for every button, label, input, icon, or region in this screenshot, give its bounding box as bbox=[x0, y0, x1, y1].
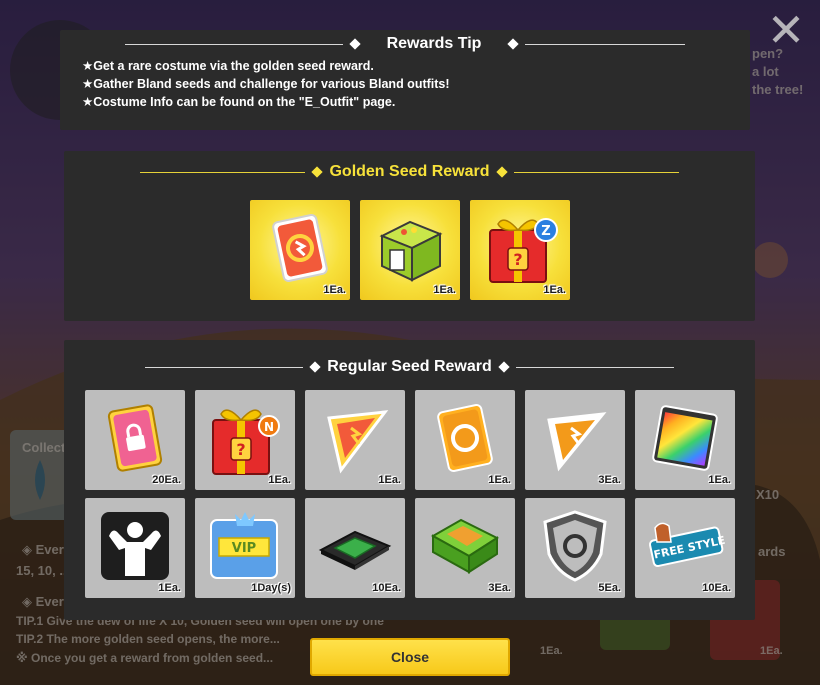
free-style-tag-icon: FREE STYLE bbox=[648, 522, 725, 568]
lock-ticket-icon bbox=[107, 404, 163, 472]
diamond-icon bbox=[309, 361, 321, 373]
item-quantity: 1Ea. bbox=[378, 474, 401, 486]
item-quantity: 3Ea. bbox=[488, 582, 511, 594]
regular-seed-reward-panel: Regular Seed Reward 20Ea. ? N 1Ea. 1Ea. … bbox=[64, 340, 755, 620]
item-quantity: 10Ea. bbox=[372, 582, 401, 594]
reward-slot-vip-card[interactable]: VIP 1Day(s) bbox=[195, 498, 295, 598]
microchip-icon bbox=[318, 530, 392, 570]
reward-slot-muscle[interactable]: 1Ea. bbox=[85, 498, 185, 598]
diamond-icon bbox=[507, 38, 520, 50]
reward-slot-z-gift-box[interactable]: ? Z 1Ea. bbox=[470, 200, 570, 300]
vip-text: VIP bbox=[232, 541, 256, 556]
item-quantity: 1Ea. bbox=[323, 284, 346, 296]
svg-text:N: N bbox=[264, 420, 274, 434]
shield-refresh-icon bbox=[543, 510, 607, 582]
diamond-icon bbox=[311, 166, 324, 178]
reward-slot-green-cartridge[interactable]: 3Ea. bbox=[415, 498, 515, 598]
svg-text:Z: Z bbox=[541, 224, 550, 239]
reward-slot-lock-ticket[interactable]: 20Ea. bbox=[85, 390, 185, 490]
rewards-tip-title: Rewards Tip bbox=[386, 35, 482, 52]
item-quantity: 5Ea. bbox=[598, 582, 621, 594]
z-gift-box-icon: ? Z bbox=[489, 218, 558, 283]
reward-slot-orange-ticket-piece[interactable]: 3Ea. bbox=[525, 390, 625, 490]
reward-slot-n-gift-box[interactable]: ? N 1Ea. bbox=[195, 390, 295, 490]
regular-reward-header: Regular Seed Reward bbox=[64, 355, 755, 379]
reward-slot-machine-box[interactable]: 1Ea. bbox=[360, 200, 460, 300]
item-quantity: 1Day(s) bbox=[251, 582, 291, 594]
item-quantity: 1Ea. bbox=[268, 474, 291, 486]
item-quantity: 1Ea. bbox=[488, 474, 511, 486]
diamond-icon bbox=[495, 166, 508, 178]
tip-line-1: ★Get a rare costume via the golden seed … bbox=[82, 59, 374, 73]
reward-slot-color-palette[interactable]: 1Ea. bbox=[635, 390, 735, 490]
rewards-tip-panel: Rewards Tip ★Get a rare costume via the … bbox=[60, 30, 750, 130]
item-quantity: 1Ea. bbox=[543, 284, 566, 296]
item-quantity: 1Ea. bbox=[708, 474, 731, 486]
svg-text:?: ? bbox=[236, 440, 245, 459]
color-palette-card-icon bbox=[652, 405, 718, 471]
golden-seed-reward-panel: Golden Seed Reward 1Ea. 1Ea. ? Z 1Ea. bbox=[64, 151, 755, 321]
item-quantity: 20Ea. bbox=[152, 474, 181, 486]
green-machine-box-icon bbox=[379, 220, 443, 282]
costume-ticket-icon bbox=[272, 214, 328, 282]
golden-reward-title: Golden Seed Reward bbox=[329, 163, 490, 180]
close-button[interactable]: Close bbox=[310, 638, 510, 676]
rewards-tip-lines: ★Get a rare costume via the golden seed … bbox=[82, 57, 450, 111]
item-quantity: 3Ea. bbox=[598, 474, 621, 486]
regular-reward-title: Regular Seed Reward bbox=[327, 358, 492, 375]
regular-reward-grid: 20Ea. ? N 1Ea. 1Ea. 1Ea. 3Ea. 1Ea. 1Ea. … bbox=[85, 390, 745, 598]
golden-reward-header: Golden Seed Reward bbox=[64, 160, 755, 184]
diamond-icon bbox=[348, 38, 361, 50]
reward-slot-free-style[interactable]: FREE STYLE 10Ea. bbox=[635, 498, 735, 598]
orange-ticket-icon bbox=[437, 404, 493, 472]
reward-slot-orange-ticket[interactable]: 1Ea. bbox=[415, 390, 515, 490]
rewards-tip-header: Rewards Tip bbox=[60, 32, 750, 56]
item-quantity: 1Ea. bbox=[158, 582, 181, 594]
item-quantity: 10Ea. bbox=[702, 582, 731, 594]
ticket-piece-icon bbox=[327, 410, 389, 474]
n-gift-box-icon: ? N bbox=[212, 409, 280, 475]
close-x-icon[interactable]: ✕ bbox=[764, 7, 808, 54]
golden-reward-grid: 1Ea. 1Ea. ? Z 1Ea. bbox=[250, 200, 570, 300]
orange-ticket-piece-icon bbox=[547, 412, 607, 472]
reward-slot-costume-ticket[interactable]: 1Ea. bbox=[250, 200, 350, 300]
reward-slot-ticket-piece[interactable]: 1Ea. bbox=[305, 390, 405, 490]
tip-line-3: ★Costume Info can be found on the "E_Out… bbox=[82, 95, 396, 109]
vip-card-icon: VIP bbox=[210, 512, 278, 579]
reward-slot-shield[interactable]: 5Ea. bbox=[525, 498, 625, 598]
reward-slot-microchip[interactable]: 10Ea. bbox=[305, 498, 405, 598]
item-quantity: 1Ea. bbox=[433, 284, 456, 296]
green-cartridge-icon bbox=[430, 518, 500, 574]
tip-line-2: ★Gather Bland seeds and challenge for va… bbox=[82, 77, 450, 91]
diamond-icon bbox=[498, 361, 510, 373]
svg-text:?: ? bbox=[513, 250, 522, 269]
muscle-silhouette-icon bbox=[101, 512, 169, 580]
